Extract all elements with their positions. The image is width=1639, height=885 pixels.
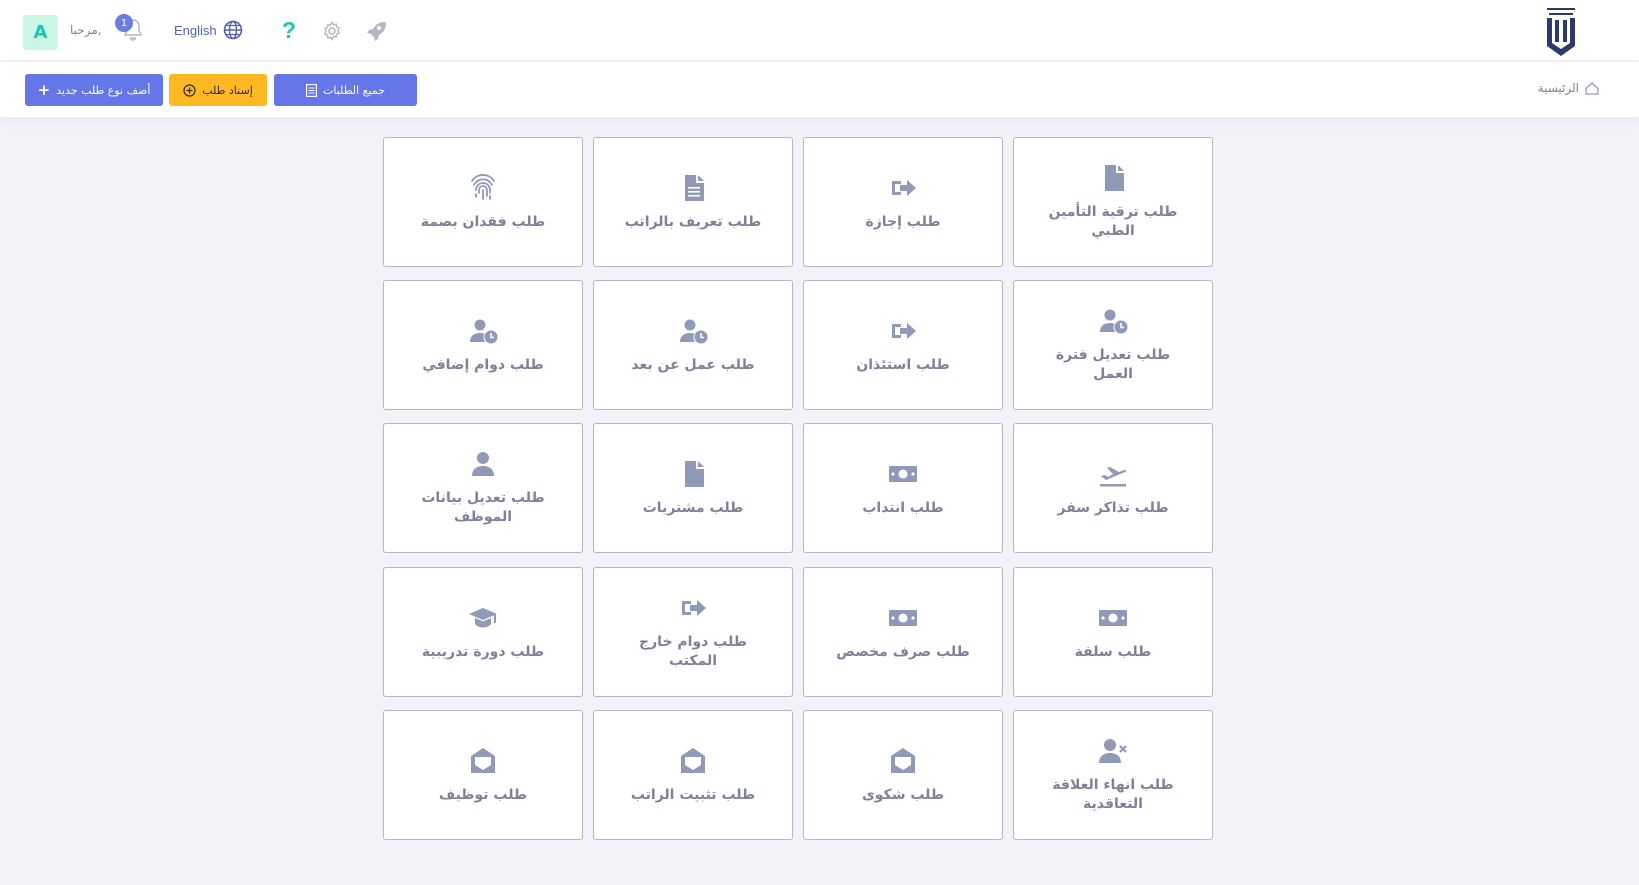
request-type-label: طلب انتداب: [862, 499, 944, 516]
request-type-label: طلب دوام خارج المكتب: [639, 634, 747, 669]
user-icon: [468, 449, 498, 479]
envelope-open-icon: [468, 746, 498, 776]
language-label: English: [174, 22, 217, 38]
request-type-card[interactable]: طلب دورة تدريبية: [383, 567, 583, 697]
all-requests-button[interactable]: جميع الطلبات: [274, 74, 417, 106]
subheader-toolbar: + أضف نوع طلب جديد إسناد طلب جميع الطلبا…: [0, 62, 1639, 117]
request-type-card[interactable]: طلب فقدان بصمة: [383, 137, 583, 267]
list-document-icon: [306, 83, 317, 97]
all-requests-label: جميع الطلبات: [323, 83, 385, 97]
user-times-icon: [1098, 736, 1128, 766]
request-type-label: طلب سلفة: [1074, 643, 1152, 660]
request-type-card[interactable]: طلب صرف مخصص: [803, 567, 1003, 697]
rocket-icon[interactable]: [365, 20, 387, 42]
request-type-label: طلب مشتريات: [642, 499, 744, 516]
plane-departure-icon: [1098, 459, 1128, 489]
user-clock-icon: [678, 316, 708, 346]
home-icon: [1585, 81, 1599, 95]
sign-out-icon: [678, 593, 708, 623]
money-bill-icon: [888, 459, 918, 489]
request-type-label: طلب فقدان بصمة: [420, 213, 546, 230]
company-logo[interactable]: [1541, 2, 1581, 60]
request-type-card[interactable]: طلب توظيف: [383, 710, 583, 840]
request-type-card[interactable]: طلب سلفة: [1013, 567, 1213, 697]
assign-request-label: إسناد طلب: [202, 83, 253, 97]
greeting-text: مرحبا,: [70, 23, 102, 37]
file-icon: [678, 459, 708, 489]
envelope-open-icon: [678, 746, 708, 776]
request-type-card[interactable]: طلب شكوى: [803, 710, 1003, 840]
request-type-label: طلب إجازة: [865, 213, 941, 230]
add-request-type-button[interactable]: + أضف نوع طلب جديد: [25, 74, 163, 106]
request-type-card[interactable]: طلب تعديل بيانات الموظف: [383, 423, 583, 553]
request-type-card[interactable]: طلب ترقية التأمين الطبي: [1013, 137, 1213, 267]
request-type-label: طلب عمل عن بعد: [631, 356, 755, 373]
request-type-label: طلب انهاء العلاقة التعاقدية: [1052, 777, 1174, 812]
request-type-label: طلب تذاكر سفر: [1057, 499, 1169, 516]
request-type-label: طلب استئذان: [856, 356, 950, 373]
breadcrumb: الرئيسية: [1538, 81, 1599, 95]
user-avatar[interactable]: A: [23, 15, 58, 50]
document-icon: [678, 173, 708, 203]
request-type-label: طلب صرف مخصص: [836, 643, 970, 660]
question-icon[interactable]: ?: [279, 17, 299, 43]
request-type-card[interactable]: طلب عمل عن بعد: [593, 280, 793, 410]
assign-request-button[interactable]: إسناد طلب: [169, 74, 267, 106]
fingerprint-icon: [468, 173, 498, 203]
request-type-label: طلب تثبيت الراتب: [630, 786, 756, 803]
request-type-label: طلب تعريف بالراتب: [624, 213, 762, 230]
request-type-card[interactable]: طلب تثبيت الراتب: [593, 710, 793, 840]
request-type-label: طلب ترقية التأمين الطبي: [1048, 204, 1178, 239]
file-icon: [1098, 163, 1128, 193]
sign-out-icon: [888, 173, 918, 203]
plus-circle-icon: [183, 83, 196, 97]
user-clock-icon: [468, 316, 498, 346]
request-type-card[interactable]: طلب تعديل فترة العمل: [1013, 280, 1213, 410]
request-type-card[interactable]: طلب تعريف بالراتب: [593, 137, 793, 267]
envelope-open-icon: [888, 746, 918, 776]
request-type-card[interactable]: طلب انهاء العلاقة التعاقدية: [1013, 710, 1213, 840]
request-type-card[interactable]: طلب مشتريات: [593, 423, 793, 553]
money-bill-icon: [888, 603, 918, 633]
request-type-card[interactable]: طلب استئذان: [803, 280, 1003, 410]
money-bill-icon: [1098, 603, 1128, 633]
request-type-label: طلب شكوى: [861, 786, 945, 803]
notification-badge: 1: [115, 14, 133, 32]
request-type-label: طلب دوام إضافي: [422, 356, 544, 373]
plus-icon: +: [37, 81, 51, 99]
add-request-type-label: أضف نوع طلب جديد: [56, 83, 151, 97]
request-type-card[interactable]: طلب انتداب: [803, 423, 1003, 553]
top-header: A مرحبا, 1 English ?: [0, 0, 1639, 61]
gear-icon[interactable]: [322, 21, 342, 41]
request-type-card[interactable]: طلب تذاكر سفر: [1013, 423, 1213, 553]
globe-icon: [223, 20, 242, 40]
request-type-card[interactable]: طلب دوام خارج المكتب: [593, 567, 793, 697]
request-type-label: طلب تعديل فترة العمل: [1055, 347, 1171, 382]
sign-out-icon: [888, 316, 918, 346]
graduation-cap-icon: [468, 603, 498, 633]
request-type-label: طلب توظيف: [438, 786, 528, 803]
request-type-card[interactable]: طلب إجازة: [803, 137, 1003, 267]
language-switcher[interactable]: English: [174, 20, 243, 40]
breadcrumb-home-label[interactable]: الرئيسية: [1538, 81, 1579, 95]
request-type-card[interactable]: طلب دوام إضافي: [383, 280, 583, 410]
request-type-label: طلب تعديل بيانات الموظف: [421, 490, 545, 525]
request-type-label: طلب دورة تدريبية: [421, 643, 545, 660]
user-clock-icon: [1098, 306, 1128, 336]
